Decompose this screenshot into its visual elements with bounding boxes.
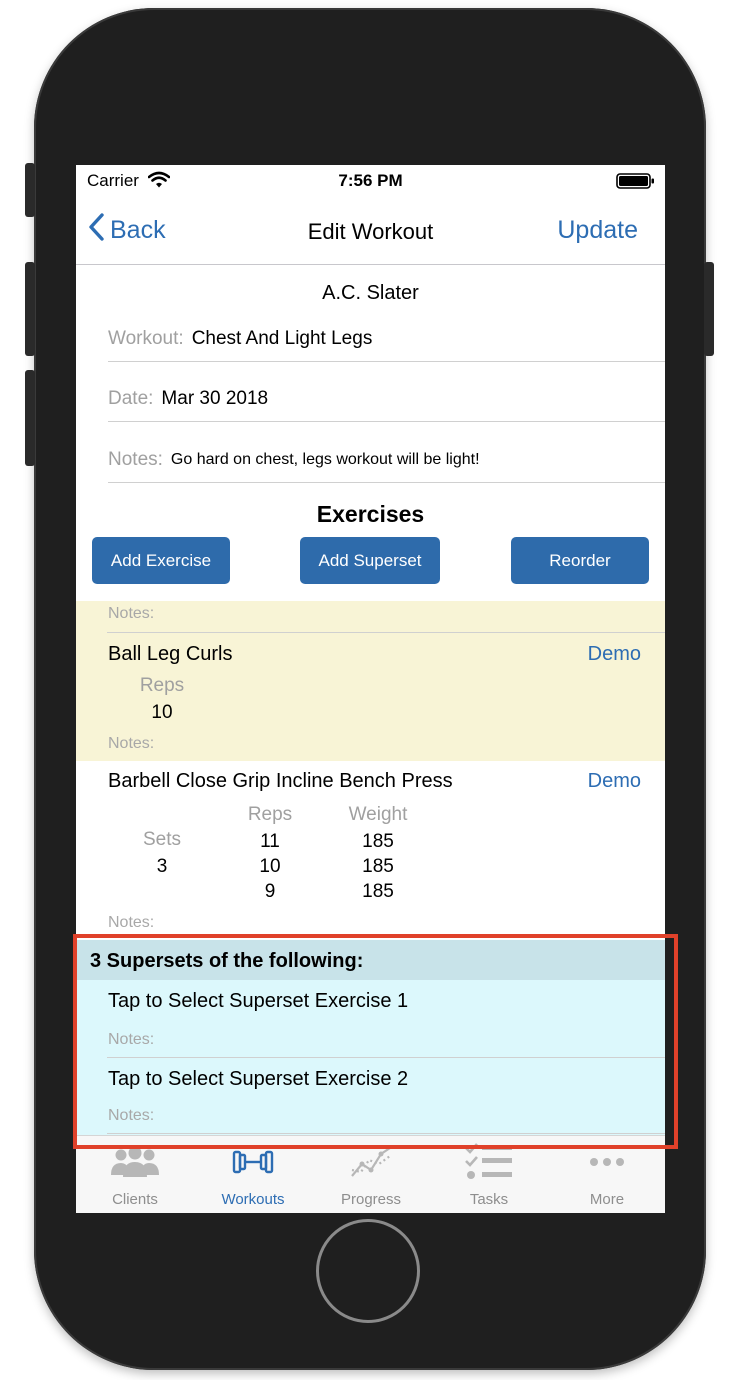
reps-value: 9	[264, 881, 276, 902]
exercises-heading: Exercises	[316, 501, 425, 527]
superset-block[interactable]: Notes: Ball Leg Curls Demo Reps 10 Notes…	[76, 601, 665, 761]
date-label: Date:	[108, 387, 154, 409]
weight-value: 185	[362, 881, 394, 902]
divider	[107, 632, 665, 633]
workout-label: Workout:	[108, 327, 184, 349]
workout-field[interactable]: Workout: Chest And Light Legs	[108, 316, 665, 362]
superset-top-notes[interactable]: Notes:	[108, 605, 154, 623]
weight-value: 185	[362, 831, 394, 852]
battery-icon	[616, 172, 656, 195]
exercise-notes[interactable]: Notes:	[108, 735, 154, 753]
volume-down-button	[25, 370, 35, 466]
sets-value: 3	[156, 856, 168, 877]
power-button	[704, 262, 714, 356]
update-button[interactable]: Update	[557, 216, 638, 245]
tab-label: Workouts	[221, 1191, 285, 1208]
highlight-box	[73, 934, 678, 1149]
notes-value: Go hard on chest, legs workout will be l…	[170, 450, 480, 468]
exercise-name[interactable]: Ball Leg Curls	[108, 643, 233, 666]
reps-value: 11	[260, 831, 280, 852]
weight-header: Weight	[348, 804, 408, 825]
notes-label: Notes:	[108, 448, 163, 470]
tab-label: Progress	[340, 1191, 402, 1208]
client-name: A.C. Slater	[322, 282, 419, 304]
date-field[interactable]: Date: Mar 30 2018	[108, 376, 665, 422]
workout-value: Chest And Light Legs	[191, 327, 373, 349]
exercise-notes[interactable]: Notes:	[108, 914, 154, 932]
reps-value: 10	[259, 856, 281, 877]
status-bar: Carrier 7:56 PM	[76, 165, 665, 197]
date-value: Mar 30 2018	[161, 387, 269, 409]
mute-switch	[25, 163, 35, 217]
tab-label: More	[589, 1191, 625, 1208]
clock-label: 7:56 PM	[338, 171, 403, 190]
exercise-name[interactable]: Barbell Close Grip Incline Bench Press	[108, 770, 453, 793]
reps-header: Reps	[139, 675, 185, 696]
reorder-button[interactable]: Reorder	[511, 537, 649, 584]
tab-label: Clients	[112, 1191, 158, 1208]
home-button[interactable]	[316, 1219, 420, 1323]
weight-value: 185	[362, 856, 394, 877]
tab-label: Tasks	[469, 1191, 509, 1208]
nav-bar: Back Edit Workout Update	[76, 197, 665, 265]
reps-header: Reps	[247, 804, 293, 825]
demo-link[interactable]: Demo	[588, 770, 641, 793]
notes-field[interactable]: Notes: Go hard on chest, legs workout wi…	[108, 437, 665, 483]
reps-value: 10	[151, 702, 173, 723]
demo-link[interactable]: Demo	[588, 643, 641, 666]
sets-header: Sets	[142, 829, 182, 850]
add-superset-button[interactable]: Add Superset	[300, 537, 440, 584]
add-exercise-button[interactable]: Add Exercise	[92, 537, 230, 584]
volume-up-button	[25, 262, 35, 356]
